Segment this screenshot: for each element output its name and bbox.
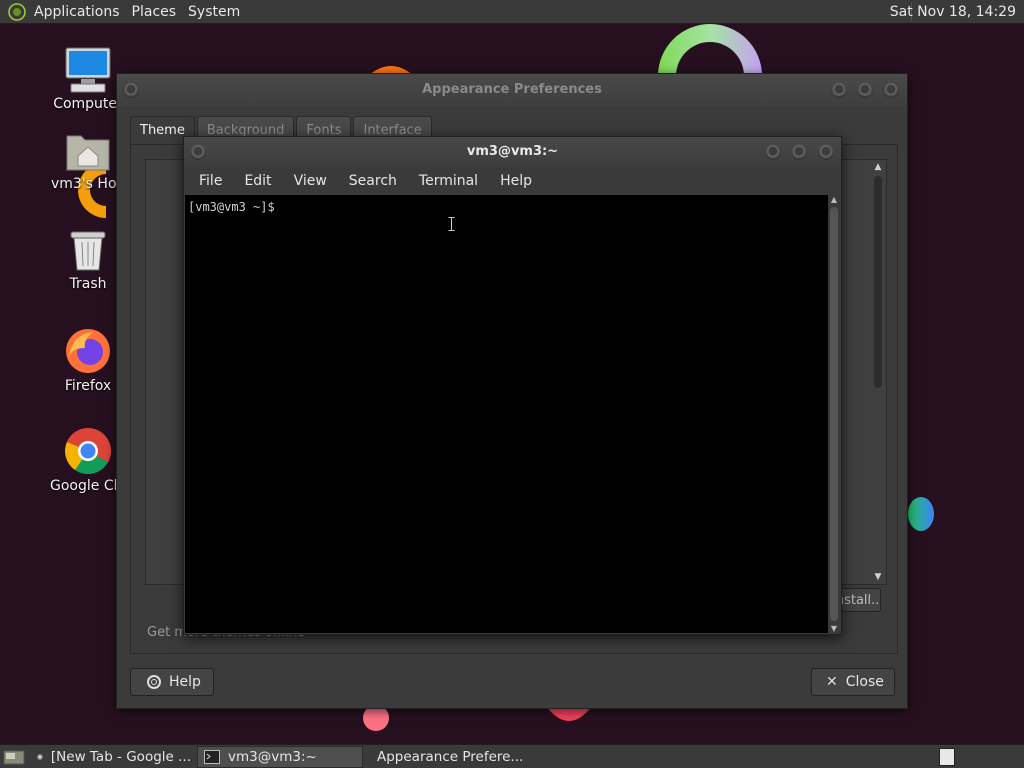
chrome-icon <box>65 428 111 474</box>
scrollbar-thumb[interactable] <box>874 176 882 388</box>
theme-list-scrollbar[interactable]: ▲ ▼ <box>872 162 884 582</box>
task-label: vm3@vm3:~ <box>228 748 317 765</box>
window-menu-button[interactable] <box>123 82 139 98</box>
terminal-icon <box>204 749 220 764</box>
workspace-switcher-icon[interactable] <box>939 748 955 766</box>
shell-prompt: [vm3@vm3 ~]$ <box>188 200 282 214</box>
scroll-up-icon[interactable]: ▲ <box>872 162 884 172</box>
minimize-button[interactable] <box>831 82 847 98</box>
menu-search[interactable]: Search <box>338 173 408 189</box>
show-desktop-icon[interactable] <box>3 748 25 766</box>
window-title: Appearance Preferences <box>422 82 602 97</box>
maximize-button[interactable] <box>857 82 873 98</box>
close-icon: ✕ <box>826 674 838 690</box>
terminal-window: vm3@vm3:~ File Edit View Search Terminal… <box>183 136 842 635</box>
applications-menu[interactable]: Applications <box>28 4 126 20</box>
task-label: [New Tab - Google ... <box>50 748 191 765</box>
places-menu[interactable]: Places <box>126 4 183 20</box>
clock[interactable]: Sat Nov 18, 14:29 <box>890 4 1016 20</box>
taskbar-item-appearance[interactable]: Appearance Prefere... <box>363 746 529 768</box>
scroll-down-icon[interactable]: ▼ <box>828 624 840 633</box>
menu-help[interactable]: Help <box>489 173 543 189</box>
bottom-taskbar: [New Tab - Google ... vm3@vm3:~ Appearan… <box>0 744 1024 768</box>
terminal-output[interactable]: [vm3@vm3 ~]$ <box>185 195 828 633</box>
menu-file[interactable]: File <box>188 173 233 189</box>
home-folder-icon <box>66 135 110 171</box>
minimize-button[interactable] <box>765 144 781 160</box>
menu-terminal[interactable]: Terminal <box>408 173 489 189</box>
scroll-up-icon[interactable]: ▲ <box>828 195 840 204</box>
computer-icon <box>65 47 111 93</box>
top-panel: Applications Places System Sat Nov 18, 1… <box>0 0 1024 24</box>
wallpaper-decoration <box>908 497 934 531</box>
text-cursor-icon <box>448 217 455 231</box>
window-menu-button[interactable] <box>190 144 206 160</box>
system-menu[interactable]: System <box>182 4 246 20</box>
close-label: Close <box>845 674 884 690</box>
menu-view[interactable]: View <box>283 173 338 189</box>
menu-edit[interactable]: Edit <box>233 173 282 189</box>
chrome-icon <box>37 753 43 760</box>
task-label: Appearance Prefere... <box>377 748 524 765</box>
terminal-scrollbar[interactable]: ▲ ▼ <box>828 195 840 633</box>
window-title: vm3@vm3:~ <box>466 144 559 159</box>
help-label: Help <box>169 674 201 690</box>
close-window-button[interactable] <box>883 82 899 98</box>
scrollbar-thumb[interactable] <box>830 207 838 621</box>
terminal-titlebar[interactable]: vm3@vm3:~ <box>184 137 841 167</box>
desktop-icon-label: vm3's Home <box>51 176 125 192</box>
taskbar-item-chrome[interactable]: [New Tab - Google ... <box>31 746 197 768</box>
terminal-menubar: File Edit View Search Terminal Help <box>184 167 841 195</box>
maximize-button[interactable] <box>791 144 807 160</box>
wallpaper-decoration <box>363 706 389 731</box>
close-window-button[interactable] <box>818 144 834 160</box>
trash-icon <box>70 231 106 271</box>
desktop-icon-label: Google Chrome <box>50 478 126 494</box>
scroll-down-icon[interactable]: ▼ <box>872 572 884 582</box>
appearance-titlebar[interactable]: Appearance Preferences <box>117 74 907 106</box>
taskbar-item-terminal[interactable]: vm3@vm3:~ <box>197 745 363 768</box>
close-button[interactable]: ✕ Close <box>811 668 895 696</box>
help-icon <box>147 675 161 689</box>
firefox-icon <box>66 329 110 373</box>
wallpaper-decoration <box>658 24 762 76</box>
distro-logo-icon[interactable] <box>8 2 26 21</box>
help-button[interactable]: Help <box>130 668 214 696</box>
